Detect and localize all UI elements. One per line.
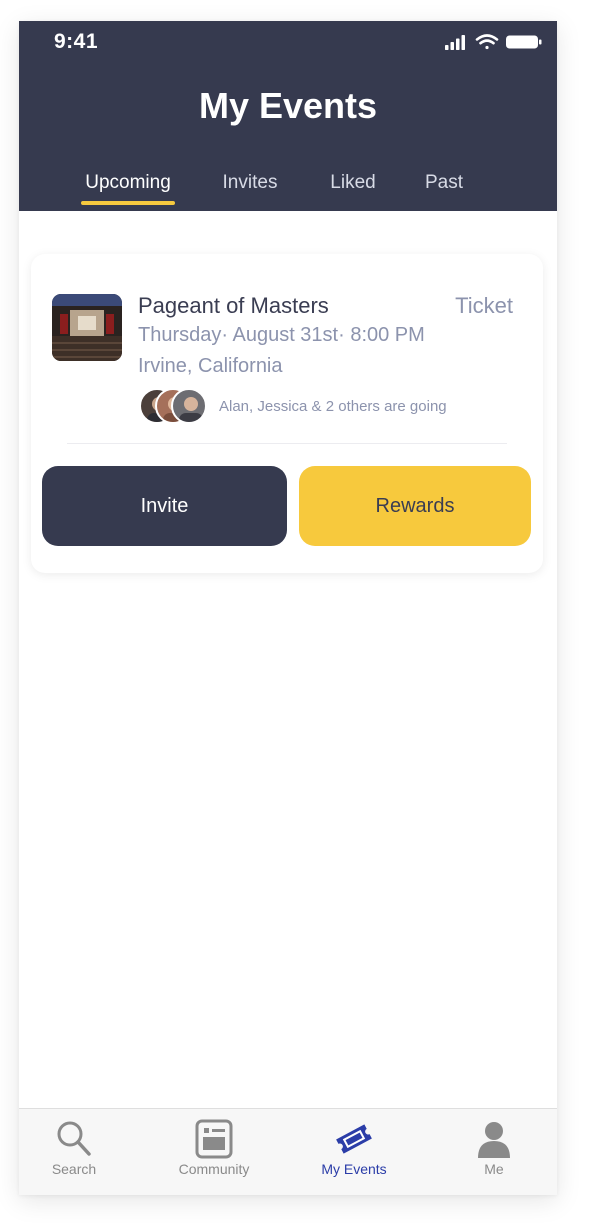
tab-liked[interactable]: Liked [321,172,385,194]
status-icons [445,34,542,50]
invite-button[interactable]: Invite [42,466,287,546]
nav-item-search[interactable]: Search [19,1109,129,1195]
attendees-text: Alan, Jessica & 2 others are going [219,398,447,415]
active-tab-indicator [81,201,175,205]
signal-icon [445,35,465,50]
page-title: My Events [198,85,378,126]
nav-item-my-events[interactable]: My Events [299,1109,409,1195]
wifi-icon [475,34,499,50]
nav-item-me[interactable]: Me [439,1109,549,1195]
event-title[interactable]: Pageant of Masters [138,293,329,319]
attendee-avatars[interactable] [139,388,211,424]
person-icon [478,1122,510,1158]
event-thumbnail [52,294,122,361]
rewards-button[interactable]: Rewards [299,466,531,546]
nav-label-search: Search [51,1161,97,1177]
tab-upcoming[interactable]: Upcoming [81,172,175,194]
event-datetime: Thursday· August 31st· 8:00 PM [138,324,425,346]
ticket-icon [336,1124,372,1154]
battery-icon [506,35,542,49]
nav-label-community: Community [178,1161,250,1177]
status-time: 9:41 [54,30,99,53]
phone-screen: 9:41 My Events Upcoming Invites Liked Pa… [19,21,557,1195]
nav-label-my-events: My Events [321,1161,387,1177]
tab-invites[interactable]: Invites [212,172,288,194]
search-icon [57,1121,91,1156]
nav-label-me: Me [484,1161,504,1177]
community-icon [195,1119,233,1159]
card-divider [67,443,507,444]
avatar [171,388,207,424]
ticket-link[interactable]: Ticket [455,293,513,319]
tab-past[interactable]: Past [417,172,471,194]
event-location: Irvine, California [138,355,283,377]
app-header: 9:41 My Events Upcoming Invites Liked Pa… [19,21,557,211]
bottom-nav: Search Community My Events Me [19,1108,557,1195]
nav-item-community[interactable]: Community [159,1109,269,1195]
event-card[interactable]: Pageant of Masters Ticket Thursday· Augu… [31,254,543,573]
